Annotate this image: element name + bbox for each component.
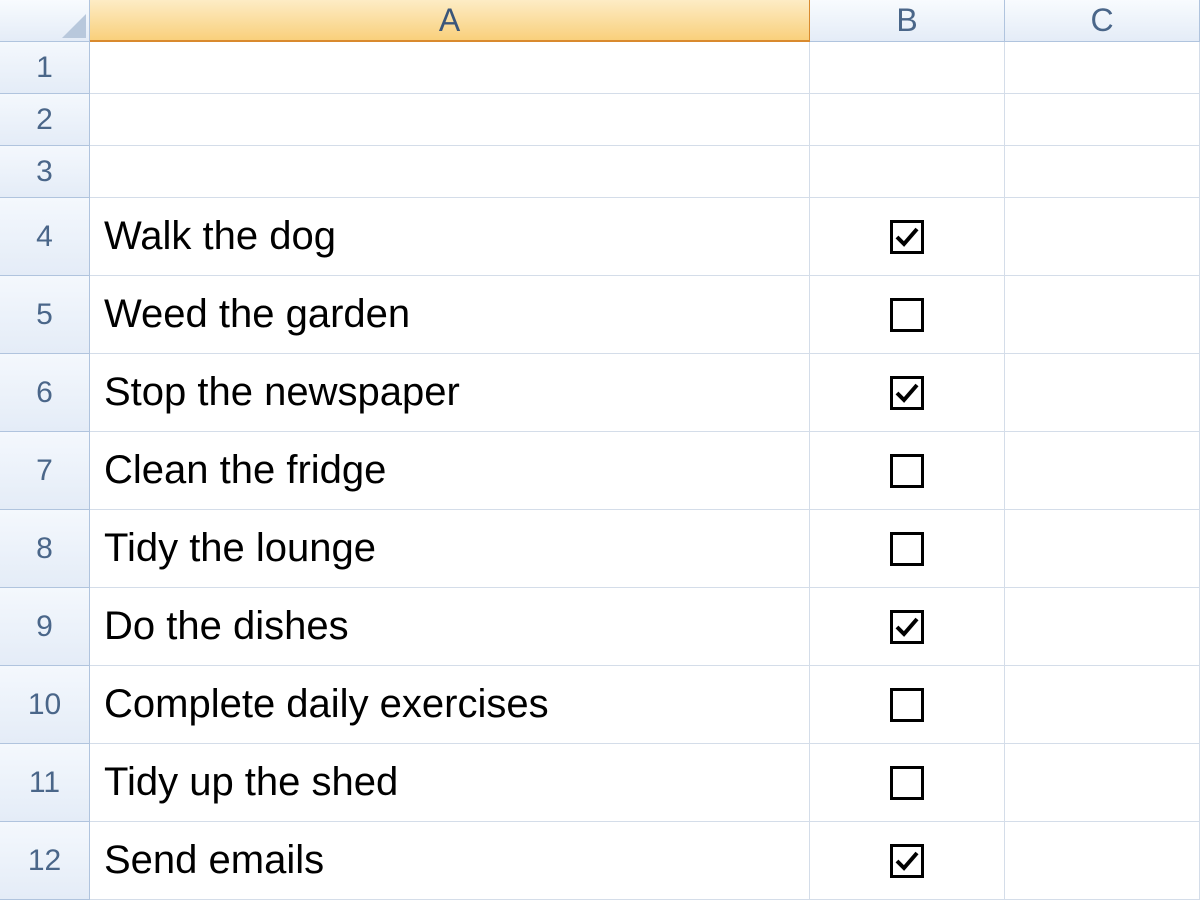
cell-b7[interactable] bbox=[810, 432, 1005, 510]
cell-c9[interactable] bbox=[1005, 588, 1200, 666]
cell-b6[interactable] bbox=[810, 354, 1005, 432]
cell-c2[interactable] bbox=[1005, 94, 1200, 146]
cell-b10[interactable] bbox=[810, 666, 1005, 744]
row-header-11[interactable]: 11 bbox=[0, 744, 90, 822]
cell-a6[interactable]: Stop the newspaper bbox=[90, 354, 810, 432]
cell-a5[interactable]: Weed the garden bbox=[90, 276, 810, 354]
column-header-a[interactable]: A bbox=[90, 0, 810, 42]
spreadsheet-grid: A B C 1 2 3 4 Walk the dog 5 Weed the ga… bbox=[0, 0, 1200, 900]
checkbox-row6[interactable] bbox=[890, 376, 924, 410]
cell-c8[interactable] bbox=[1005, 510, 1200, 588]
row-header-10[interactable]: 10 bbox=[0, 666, 90, 744]
select-all-corner[interactable] bbox=[0, 0, 90, 42]
select-all-triangle-icon bbox=[62, 14, 86, 38]
cell-b8[interactable] bbox=[810, 510, 1005, 588]
checkbox-row12[interactable] bbox=[890, 844, 924, 878]
row-header-5[interactable]: 5 bbox=[0, 276, 90, 354]
cell-a2[interactable] bbox=[90, 94, 810, 146]
row-header-2[interactable]: 2 bbox=[0, 94, 90, 146]
row-header-1[interactable]: 1 bbox=[0, 42, 90, 94]
row-header-3[interactable]: 3 bbox=[0, 146, 90, 198]
cell-b11[interactable] bbox=[810, 744, 1005, 822]
cell-c3[interactable] bbox=[1005, 146, 1200, 198]
checkmark-icon bbox=[894, 614, 920, 640]
checkbox-row7[interactable] bbox=[890, 454, 924, 488]
checkbox-row11[interactable] bbox=[890, 766, 924, 800]
cell-c10[interactable] bbox=[1005, 666, 1200, 744]
row-header-6[interactable]: 6 bbox=[0, 354, 90, 432]
cell-a3[interactable] bbox=[90, 146, 810, 198]
checkmark-icon bbox=[894, 380, 920, 406]
checkbox-row4[interactable] bbox=[890, 220, 924, 254]
cell-a7[interactable]: Clean the fridge bbox=[90, 432, 810, 510]
checkbox-row8[interactable] bbox=[890, 532, 924, 566]
cell-a11[interactable]: Tidy up the shed bbox=[90, 744, 810, 822]
checkbox-row10[interactable] bbox=[890, 688, 924, 722]
cell-b4[interactable] bbox=[810, 198, 1005, 276]
cell-a1[interactable] bbox=[90, 42, 810, 94]
cell-b3[interactable] bbox=[810, 146, 1005, 198]
cell-a4[interactable]: Walk the dog bbox=[90, 198, 810, 276]
checkbox-row5[interactable] bbox=[890, 298, 924, 332]
cell-b5[interactable] bbox=[810, 276, 1005, 354]
cell-c12[interactable] bbox=[1005, 822, 1200, 900]
row-header-9[interactable]: 9 bbox=[0, 588, 90, 666]
cell-c1[interactable] bbox=[1005, 42, 1200, 94]
cell-a12[interactable]: Send emails bbox=[90, 822, 810, 900]
row-header-12[interactable]: 12 bbox=[0, 822, 90, 900]
cell-a8[interactable]: Tidy the lounge bbox=[90, 510, 810, 588]
column-header-c[interactable]: C bbox=[1005, 0, 1200, 42]
cell-a9[interactable]: Do the dishes bbox=[90, 588, 810, 666]
cell-c4[interactable] bbox=[1005, 198, 1200, 276]
cell-c11[interactable] bbox=[1005, 744, 1200, 822]
cell-b2[interactable] bbox=[810, 94, 1005, 146]
row-header-7[interactable]: 7 bbox=[0, 432, 90, 510]
cell-b9[interactable] bbox=[810, 588, 1005, 666]
checkmark-icon bbox=[894, 224, 920, 250]
checkmark-icon bbox=[894, 848, 920, 874]
row-header-8[interactable]: 8 bbox=[0, 510, 90, 588]
cell-b12[interactable] bbox=[810, 822, 1005, 900]
checkbox-row9[interactable] bbox=[890, 610, 924, 644]
cell-a10[interactable]: Complete daily exercises bbox=[90, 666, 810, 744]
cell-c6[interactable] bbox=[1005, 354, 1200, 432]
column-header-b[interactable]: B bbox=[810, 0, 1005, 42]
cell-c7[interactable] bbox=[1005, 432, 1200, 510]
cell-b1[interactable] bbox=[810, 42, 1005, 94]
cell-c5[interactable] bbox=[1005, 276, 1200, 354]
row-header-4[interactable]: 4 bbox=[0, 198, 90, 276]
